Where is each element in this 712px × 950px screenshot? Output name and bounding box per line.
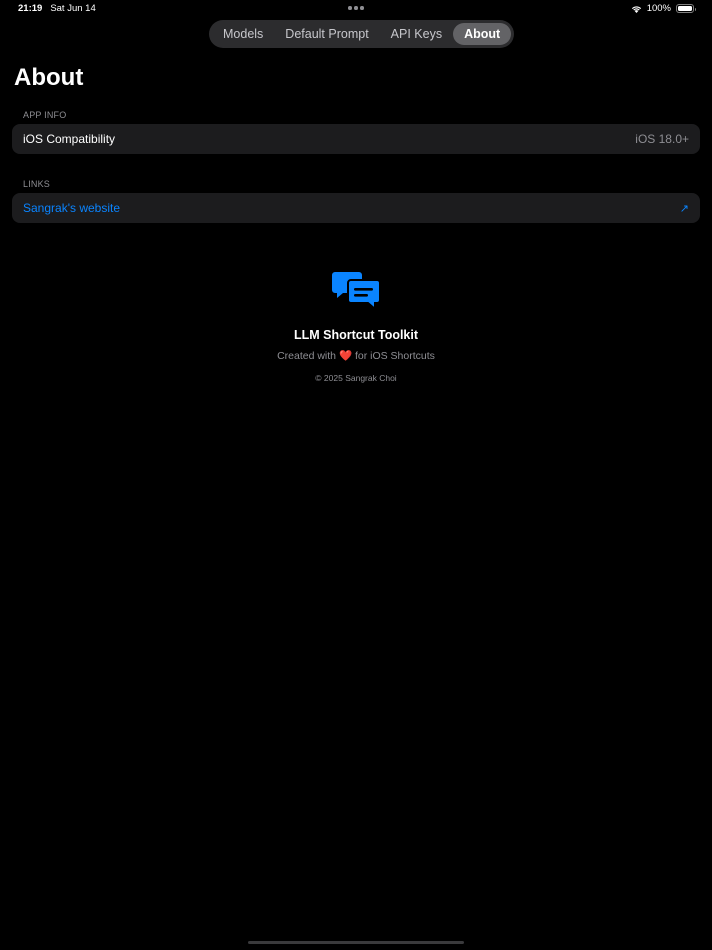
row-value: iOS 18.0+ [635,132,689,146]
wifi-icon [631,5,642,13]
chat-bubbles-icon [331,270,381,317]
status-time: 21:19 [18,3,43,14]
credit-suffix: for iOS Shortcuts [354,350,435,362]
row-label: iOS Compatibility [23,132,116,146]
tab-models[interactable]: Models [212,23,274,45]
tab-api-keys[interactable]: API Keys [380,23,453,45]
status-bar: 21:19 Sat Jun 14 100% [0,0,712,17]
page-title: About [14,64,84,91]
tab-about[interactable]: About [453,23,512,45]
status-date: Sat Jun 14 [50,3,96,14]
credit-prefix: Created with [277,350,337,362]
website-link-row[interactable]: Sangrak's website ↗ [12,193,700,223]
credit-line: Created with ❤️ for iOS Shortcuts [0,349,712,362]
multitasking-dots-icon[interactable] [348,6,364,10]
external-arrow-icon: ↗ [679,202,689,215]
section-header-links: LINKS [23,179,51,189]
copyright: © 2025 Sangrak Choi [315,373,397,383]
segmented-tab-bar: Models Default Prompt API Keys About [209,20,515,48]
website-link[interactable]: Sangrak's website [23,201,120,215]
heart-icon: ❤️ [338,350,353,362]
ios-compatibility-row: iOS Compatibility iOS 18.0+ [12,124,700,154]
app-name: LLM Shortcut Toolkit [293,328,419,342]
home-indicator[interactable] [248,941,464,944]
section-header-app-info: APP INFO [23,110,67,120]
battery-percent: 100% [646,3,671,14]
battery-icon [676,4,696,13]
tab-default-prompt[interactable]: Default Prompt [274,23,379,45]
